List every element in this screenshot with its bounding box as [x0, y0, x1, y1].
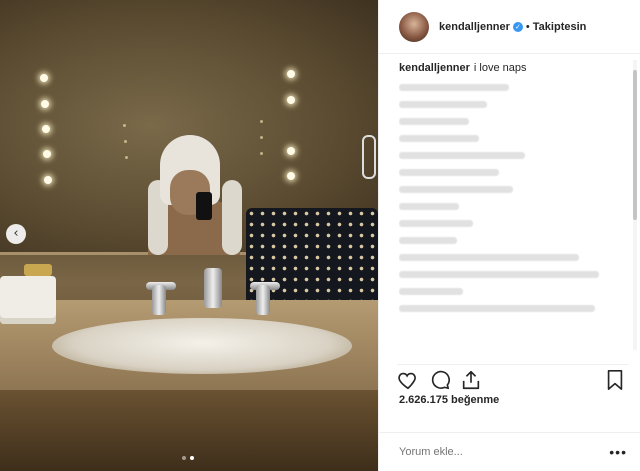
blurred-comment	[399, 118, 469, 125]
blurred-comment	[399, 237, 457, 244]
scrollbar-thumb[interactable]	[633, 70, 637, 220]
faucet-valve	[256, 285, 270, 315]
post-header: kendalljenner ✓ • Takiptesin	[379, 0, 640, 54]
mirror-light	[41, 100, 49, 108]
mirror-light	[44, 176, 52, 184]
share-icon[interactable]	[460, 369, 482, 391]
carousel-indicator	[182, 456, 194, 460]
blurred-comment	[399, 84, 509, 91]
blurred-comment	[399, 220, 473, 227]
mirror-light-reflection	[124, 140, 127, 143]
blurred-comment	[399, 305, 595, 312]
action-bar	[397, 364, 628, 390]
faucet-valve	[152, 285, 166, 315]
mirror-light	[287, 96, 295, 104]
post-photo[interactable]: ‹	[0, 0, 378, 471]
avatar[interactable]	[399, 11, 429, 42]
post-sidebar: kendalljenner ✓ • Takiptesin kendalljenn…	[378, 0, 640, 471]
blurred-comment	[399, 135, 479, 142]
wall-phone	[362, 135, 376, 179]
blurred-comment	[399, 186, 513, 193]
comments-list: kendalljenner i love naps	[399, 62, 626, 352]
carousel-dot-active	[190, 456, 194, 460]
caption-username[interactable]: kendalljenner	[399, 62, 470, 74]
more-options-icon[interactable]: •••	[609, 444, 627, 460]
blurred-comment	[399, 271, 599, 278]
verified-badge-icon: ✓	[512, 21, 523, 32]
sink-basin	[52, 318, 352, 374]
header-separator: •	[525, 20, 530, 33]
blurred-comment	[399, 152, 525, 159]
mirror-light-reflection	[260, 152, 263, 155]
mirror-light	[40, 74, 48, 82]
mirror-light	[42, 125, 50, 133]
phone	[196, 192, 212, 220]
caption-text: i love naps	[473, 62, 527, 74]
blurred-comment	[399, 101, 487, 108]
like-count[interactable]: 2.626.175 beğenme	[399, 394, 499, 406]
comment-icon[interactable]	[429, 369, 451, 391]
mirror-light	[43, 150, 51, 158]
mirror-light-reflection	[123, 124, 126, 127]
blurred-comment	[399, 288, 463, 295]
mirror-light-reflection	[260, 120, 263, 123]
mirror-light	[287, 172, 295, 180]
mirror-light	[287, 147, 295, 155]
header-username[interactable]: kendalljenner	[439, 21, 510, 33]
bookmark-icon[interactable]	[604, 369, 626, 391]
towel-drape	[222, 180, 242, 255]
comment-form: •••	[379, 432, 640, 471]
mirror-light	[287, 70, 295, 78]
comment-input[interactable]	[399, 446, 610, 458]
faucet-spout	[204, 268, 222, 308]
heart-icon[interactable]	[397, 369, 419, 391]
blurred-comment	[399, 203, 459, 210]
soap	[24, 264, 52, 276]
previous-slide-button[interactable]: ‹	[6, 224, 26, 244]
carousel-dot	[182, 456, 186, 460]
caption: kendalljenner i love naps	[399, 62, 626, 74]
mirror-light-reflection	[260, 136, 263, 139]
blurred-comment	[399, 169, 499, 176]
folded-towels	[0, 276, 56, 324]
mirror-light-reflection	[125, 156, 128, 159]
follow-status-button[interactable]: Takiptesin	[533, 21, 587, 33]
blurred-comment	[399, 254, 579, 261]
